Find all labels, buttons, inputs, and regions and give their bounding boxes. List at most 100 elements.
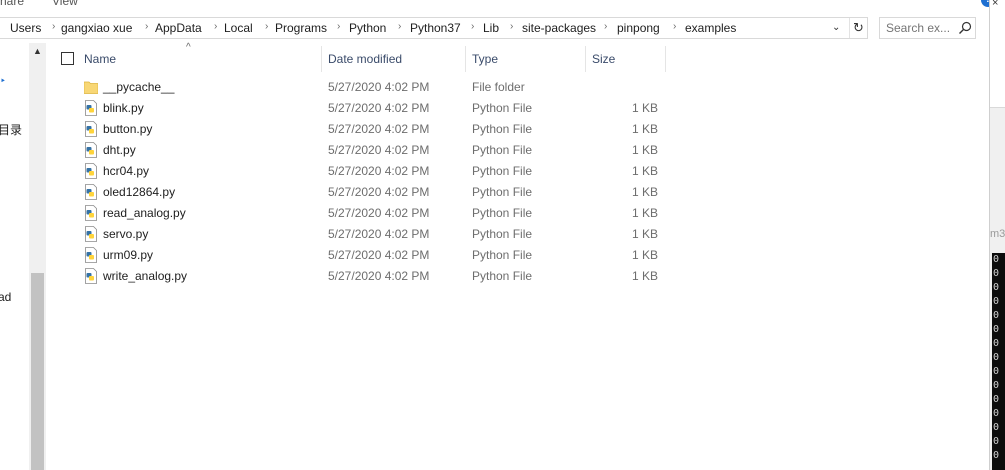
console-output: 0 x 0 x 0 x 0 x 0 x 0 x 0 x 0 x 0 x 0 x … — [992, 253, 1005, 470]
file-name: read_analog.py — [103, 206, 186, 220]
file-date-modified: 5/27/2020 4:02 PM — [328, 185, 430, 199]
breadcrumb-separator-icon[interactable]: › — [337, 21, 340, 32]
breadcrumb-separator-icon[interactable]: › — [52, 21, 55, 32]
file-type: Python File — [472, 122, 533, 136]
file-size: 1 KB — [631, 143, 658, 157]
nav-item-directory[interactable]: 目录 — [0, 121, 22, 138]
search-icon[interactable] — [958, 21, 972, 35]
search-input[interactable] — [886, 21, 956, 35]
breadcrumb-separator-icon[interactable]: › — [510, 21, 513, 32]
address-bar[interactable]: › Users › gangxiao xue › AppData › Local › Progra… — [0, 17, 868, 39]
python-file-icon — [84, 226, 98, 242]
file-name: blink.py — [103, 101, 144, 115]
breadcrumb-item[interactable]: Python — [349, 21, 386, 35]
file-type: Python File — [472, 227, 533, 241]
file-row[interactable]: servo.py 5/27/2020 4:02 PM Python File 1 KB — [46, 224, 746, 245]
file-size: 1 KB — [631, 206, 658, 220]
column-header-size[interactable]: Size — [592, 52, 615, 66]
file-date-modified: 5/27/2020 4:02 PM — [328, 80, 430, 94]
file-size: 1 KB — [631, 227, 658, 241]
file-name: dht.py — [103, 143, 136, 157]
column-divider[interactable] — [665, 46, 666, 72]
nav-item-download[interactable]: ad — [0, 290, 11, 304]
file-name: servo.py — [103, 227, 149, 241]
file-date-modified: 5/27/2020 4:02 PM — [328, 164, 430, 178]
file-row[interactable]: button.py 5/27/2020 4:02 PM Python File 1 K… — [46, 119, 746, 140]
file-row[interactable]: hcr04.py 5/27/2020 4:02 PM Python File 1 KB — [46, 161, 746, 182]
column-divider[interactable] — [585, 46, 586, 72]
file-type: Python File — [472, 185, 533, 199]
breadcrumb-separator-icon[interactable]: › — [604, 21, 607, 32]
breadcrumb-item[interactable]: gangxiao xue — [61, 21, 132, 35]
file-date-modified: 5/27/2020 4:02 PM — [328, 101, 430, 115]
file-name: hcr04.py — [103, 164, 150, 178]
file-date-modified: 5/27/2020 4:02 PM — [328, 269, 430, 283]
file-date-modified: 5/27/2020 4:02 PM — [328, 122, 430, 136]
breadcrumb-separator-icon[interactable]: › — [265, 21, 268, 32]
sort-ascending-icon: ^ — [186, 42, 191, 53]
column-header-row: ^ Name Date modified Type Size — [46, 42, 989, 75]
breadcrumb-separator-icon[interactable]: › — [471, 21, 474, 32]
file-date-modified: 5/27/2020 4:02 PM — [328, 227, 430, 241]
folder-icon — [83, 79, 99, 95]
file-size: 1 KB — [631, 164, 658, 178]
file-row[interactable]: write_analog.py 5/27/2020 4:02 PM Python F… — [46, 266, 746, 287]
refresh-icon[interactable]: ↻ — [849, 18, 867, 38]
python-file-icon — [84, 247, 98, 263]
breadcrumb-separator-icon[interactable]: › — [673, 21, 676, 32]
scroll-up-icon[interactable]: ▲ — [29, 43, 46, 60]
breadcrumb-separator-icon[interactable]: › — [145, 21, 148, 32]
python-file-icon — [84, 100, 98, 116]
breadcrumb-separator-icon[interactable]: › — [214, 21, 217, 32]
file-type: Python File — [472, 101, 533, 115]
python-file-icon — [84, 121, 98, 137]
column-divider[interactable] — [465, 46, 466, 72]
file-row[interactable]: dht.py 5/27/2020 4:02 PM Python File 1 KB — [46, 140, 746, 161]
breadcrumb-item[interactable]: site-packages — [522, 21, 596, 35]
file-row[interactable]: blink.py 5/27/2020 4:02 PM Python File 1 KB — [46, 98, 746, 119]
file-type: Python File — [472, 248, 533, 262]
background-tab[interactable]: m3 — [990, 228, 1005, 240]
breadcrumb-item[interactable]: Lib — [483, 21, 499, 35]
column-header-name[interactable]: Name — [84, 52, 116, 66]
file-size: 1 KB — [631, 185, 658, 199]
file-date-modified: 5/27/2020 4:02 PM — [328, 248, 430, 262]
background-window-panel: × — [990, 0, 1005, 108]
python-file-icon — [84, 205, 98, 221]
address-history-dropdown-icon[interactable]: ⌄ — [832, 22, 840, 33]
file-name: button.py — [103, 122, 153, 136]
file-row[interactable]: __pycache__ 5/27/2020 4:02 PM File folder — [46, 77, 746, 98]
file-row[interactable]: read_analog.py 5/27/2020 4:02 PM Python Fi… — [46, 203, 746, 224]
file-row[interactable]: oled12864.py 5/27/2020 4:02 PM Python File… — [46, 182, 746, 203]
breadcrumb-item[interactable]: pinpong — [617, 21, 660, 35]
breadcrumb-item[interactable]: Users — [10, 21, 41, 35]
breadcrumb-item[interactable]: Programs — [275, 21, 327, 35]
column-header-date[interactable]: Date modified — [328, 52, 402, 66]
select-all-checkbox[interactable] — [61, 52, 74, 65]
file-row[interactable]: urm09.py 5/27/2020 4:02 PM Python File 1 KB — [46, 245, 746, 266]
background-window: × m3 0 x 0 x 0 x 0 x 0 x 0 x 0 x 0 x 0 x… — [989, 0, 1005, 470]
breadcrumb-item[interactable]: Local — [224, 21, 253, 35]
nav-scrollbar[interactable]: ▲ — [29, 43, 46, 470]
file-size: 1 KB — [631, 269, 658, 283]
close-icon[interactable]: × — [992, 0, 998, 9]
file-type: File folder — [472, 80, 525, 94]
ribbon-tab-share[interactable]: Share — [0, 0, 24, 8]
python-file-icon — [84, 184, 98, 200]
file-date-modified: 5/27/2020 4:02 PM — [328, 206, 430, 220]
file-size: 1 KB — [631, 101, 658, 115]
breadcrumb-separator-icon[interactable]: › — [398, 21, 401, 32]
ribbon-tab-view[interactable]: View — [52, 0, 78, 8]
breadcrumb-item[interactable]: AppData — [155, 21, 202, 35]
breadcrumb-item[interactable]: Python37 — [410, 21, 461, 35]
breadcrumb-item[interactable]: examples — [685, 21, 736, 35]
file-size: 1 KB — [631, 248, 658, 262]
scroll-thumb[interactable] — [31, 273, 44, 470]
column-header-type[interactable]: Type — [472, 52, 498, 66]
search-box[interactable] — [879, 17, 976, 39]
file-name: write_analog.py — [103, 269, 188, 283]
file-type: Python File — [472, 143, 533, 157]
file-date-modified: 5/27/2020 4:02 PM — [328, 143, 430, 157]
file-name: oled12864.py — [103, 185, 176, 199]
column-divider[interactable] — [321, 46, 322, 72]
